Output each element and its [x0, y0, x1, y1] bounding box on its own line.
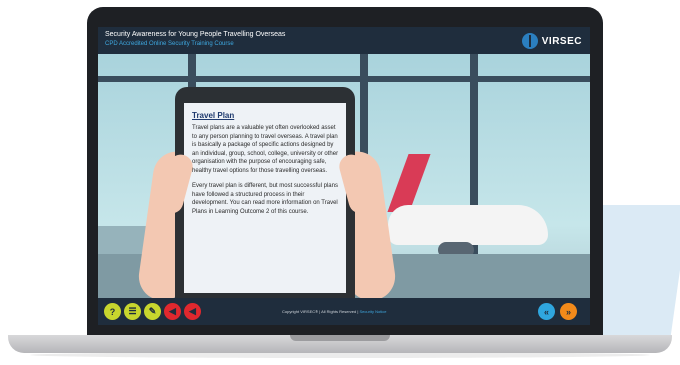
- logo-icon: [521, 33, 538, 49]
- virsec-logo: VIRSEC: [521, 32, 582, 50]
- tablet: Travel Plan Travel plans are a valuable …: [175, 87, 355, 320]
- security-notice-link[interactable]: Security Notice: [360, 309, 387, 314]
- travel-plan-heading: Travel Plan: [192, 111, 235, 120]
- airplane: [388, 205, 548, 245]
- tablet-screen: Travel Plan Travel plans are a valuable …: [184, 103, 346, 293]
- help-icon[interactable]: ?: [104, 303, 121, 320]
- mute-icon[interactable]: ◀: [184, 303, 201, 320]
- airplane-tail: [387, 154, 431, 212]
- logo-text: VIRSEC: [541, 35, 582, 47]
- airport-scene: Travel Plan Travel plans are a valuable …: [98, 54, 590, 320]
- pencil-icon[interactable]: ✎: [144, 303, 161, 320]
- course-subtitle: CPD Accredited Online Security Training …: [105, 41, 234, 47]
- course-screen: Security Awareness for Young People Trav…: [98, 27, 590, 325]
- copyright-text: Copyright VIRSEC® | All Rights Reserved …: [282, 309, 359, 314]
- menu-list-icon[interactable]: ☰: [124, 303, 141, 320]
- travel-plan-text: Travel plans are a valuable yet often ov…: [192, 124, 340, 223]
- window-frame: [98, 76, 590, 82]
- audio-icon[interactable]: ◀: [164, 303, 181, 320]
- paragraph: Every travel plan is different, but most…: [192, 183, 338, 215]
- paragraph: Travel plans are a valuable yet often ov…: [192, 125, 339, 174]
- course-title: Security Awareness for Young People Trav…: [105, 31, 286, 38]
- course-footer: ? ☰ ✎ ◀ ◀ Copyright VIRSEC® | All Rights…: [98, 298, 590, 325]
- copyright: Copyright VIRSEC® | All Rights Reserved …: [282, 309, 386, 314]
- course-header: Security Awareness for Young People Trav…: [98, 27, 590, 54]
- laptop-notch: [290, 335, 390, 341]
- previous-icon[interactable]: «: [538, 303, 555, 320]
- next-icon[interactable]: »: [560, 303, 577, 320]
